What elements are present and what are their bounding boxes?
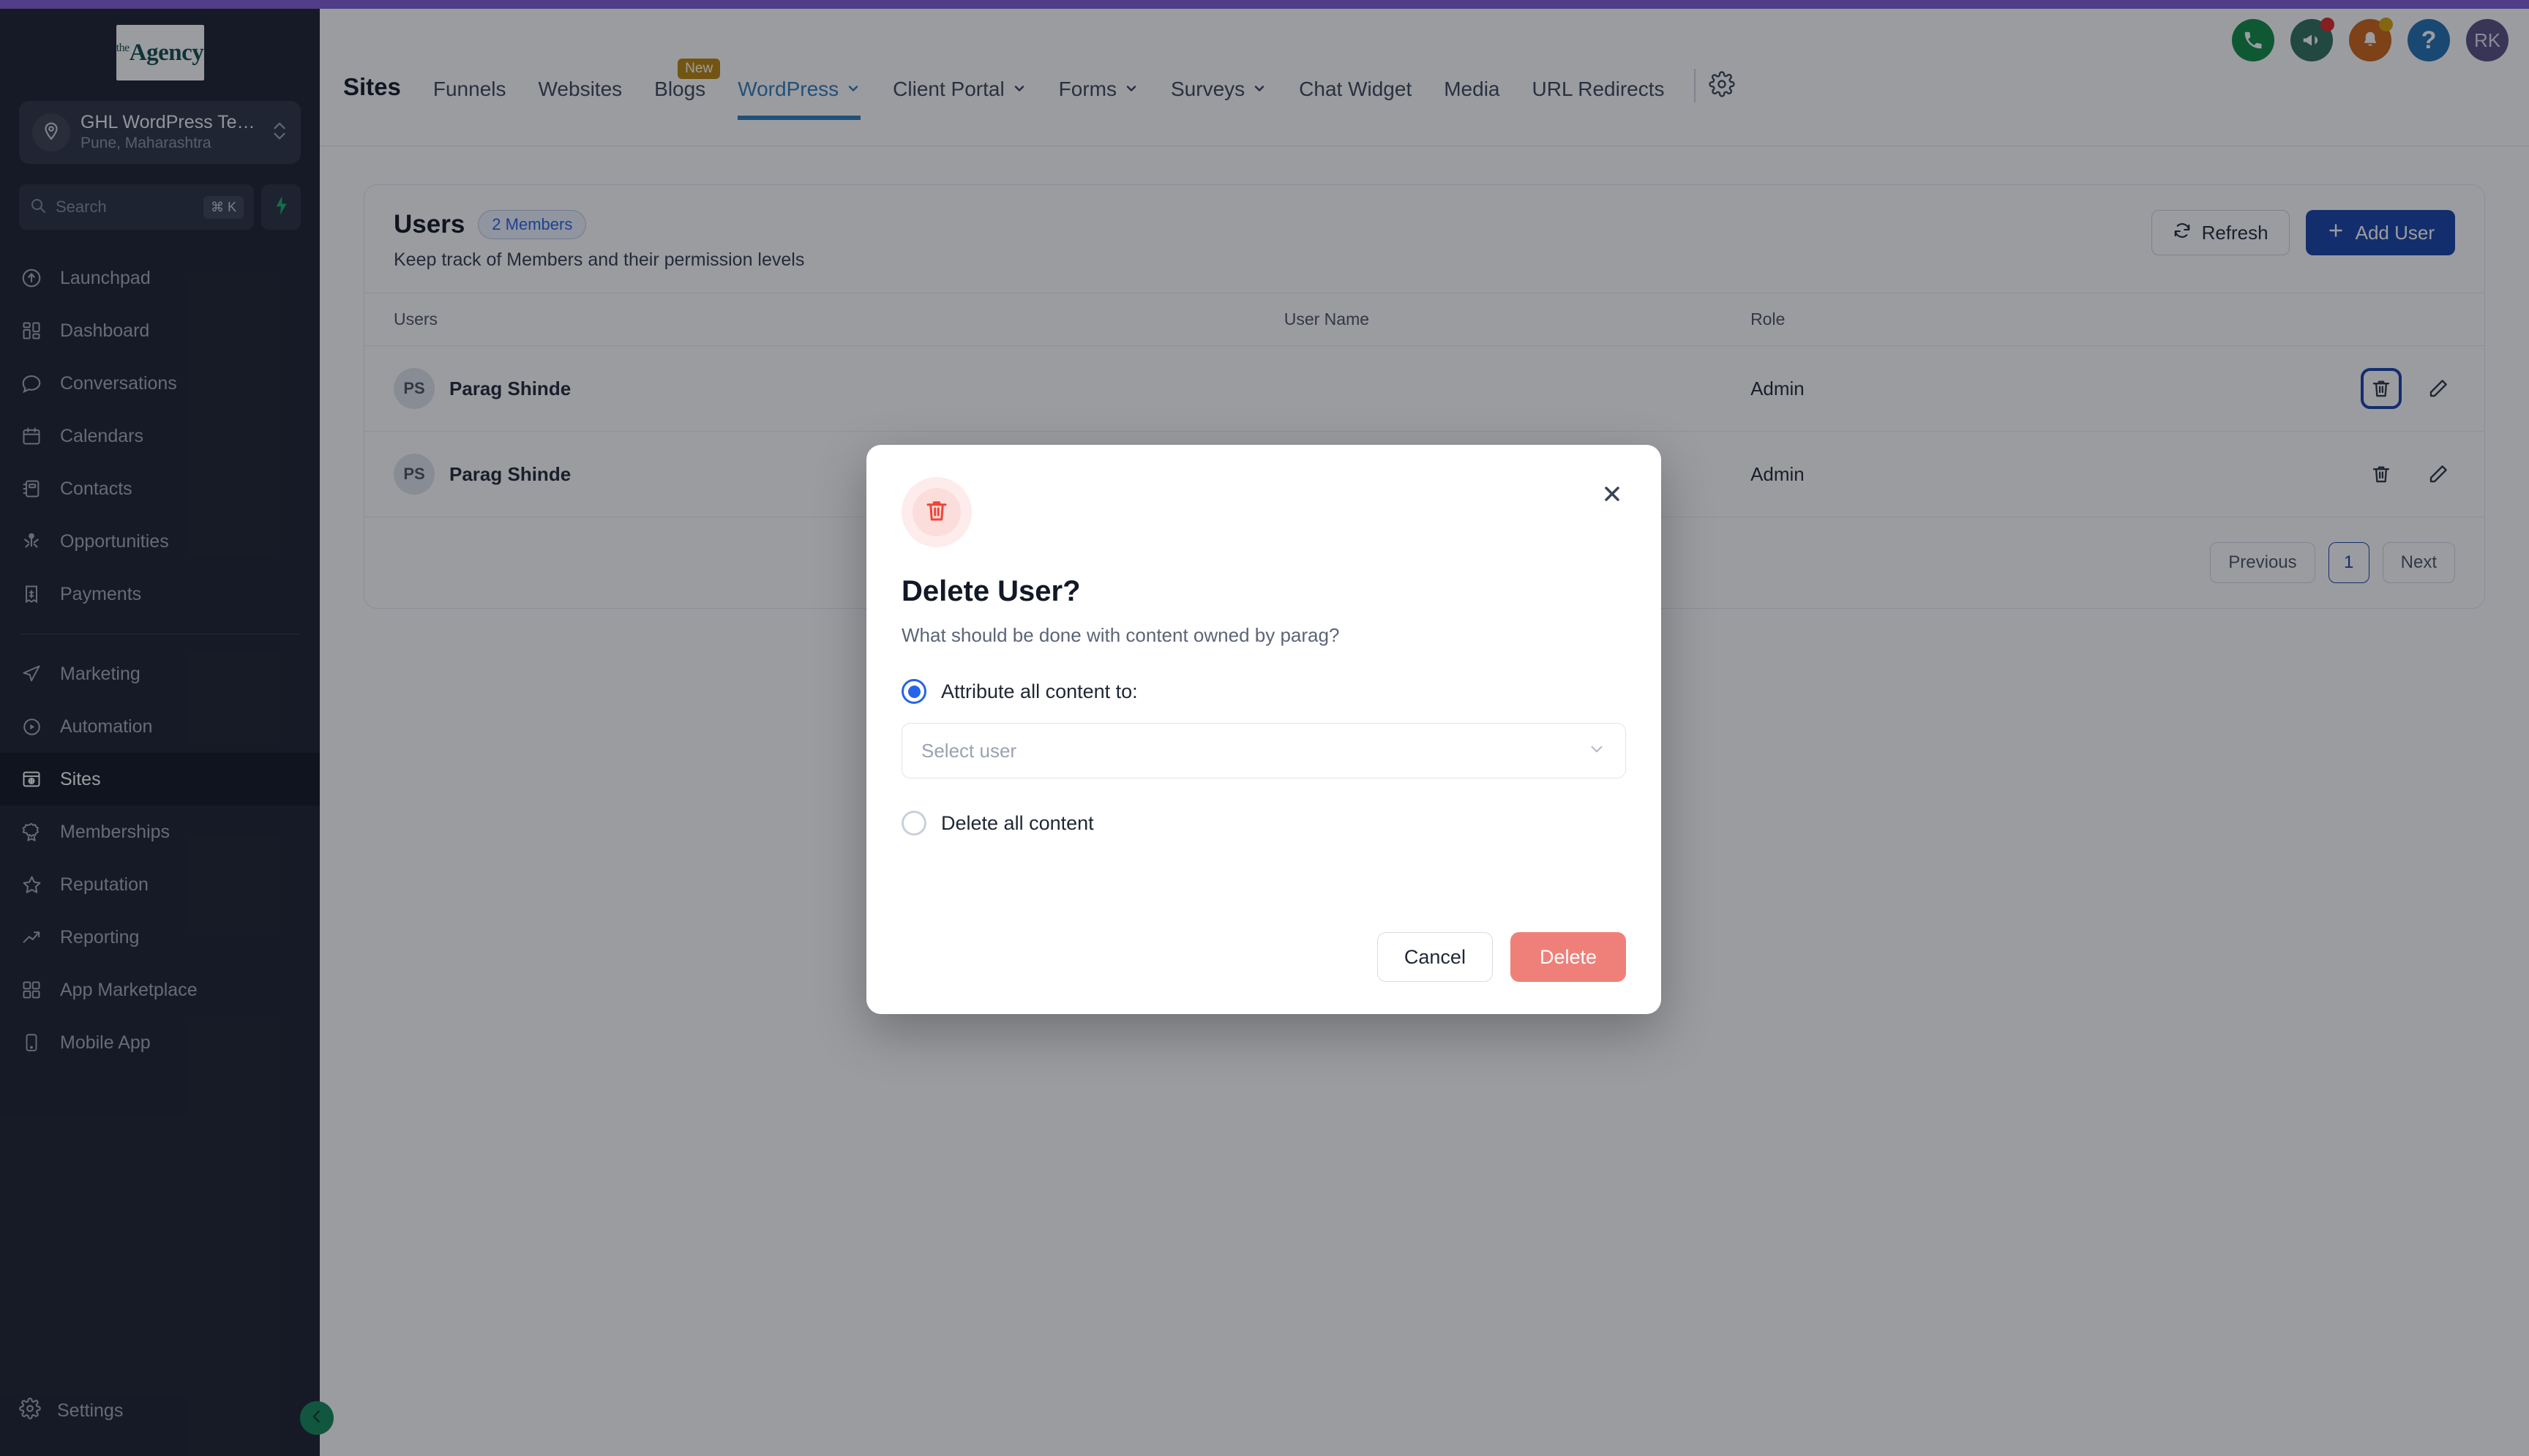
app-root: theAgency GHL WordPress Team Pune, Mahar… <box>0 0 2529 1456</box>
trash-icon <box>923 498 950 528</box>
close-icon[interactable] <box>1595 477 1629 511</box>
radio-button-attribute[interactable] <box>902 679 926 704</box>
delete-user-modal: Delete User? What should be done with co… <box>866 445 1661 1014</box>
chevron-down-icon <box>1587 740 1606 762</box>
select-user-placeholder: Select user <box>921 739 1017 762</box>
radio-option-attribute[interactable]: Attribute all content to: <box>902 679 1626 704</box>
modal-actions: Cancel Delete <box>1376 932 1626 982</box>
cancel-button[interactable]: Cancel <box>1376 932 1493 982</box>
radio-option-delete-all[interactable]: Delete all content <box>902 811 1626 836</box>
delete-button[interactable]: Delete <box>1510 932 1626 982</box>
select-user-dropdown[interactable]: Select user <box>902 723 1626 778</box>
radio-label: Attribute all content to: <box>941 680 1138 702</box>
modal-warning-badge <box>902 477 972 547</box>
modal-title: Delete User? <box>902 575 1081 607</box>
radio-label: Delete all content <box>941 811 1094 834</box>
modal-subtitle: What should be done with content owned b… <box>902 624 1340 646</box>
radio-button-delete-all[interactable] <box>902 811 926 836</box>
